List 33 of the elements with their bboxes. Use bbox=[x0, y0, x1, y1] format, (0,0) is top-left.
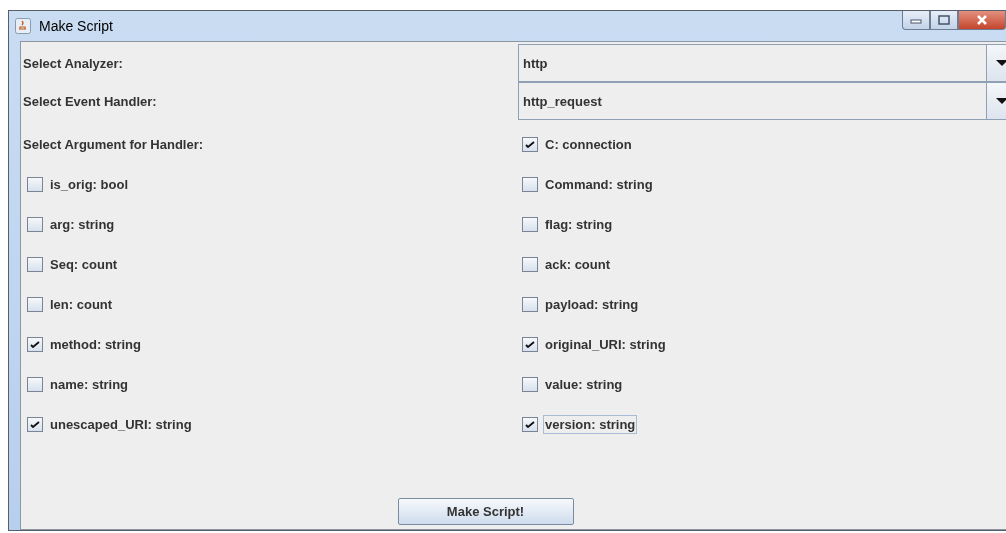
check-icon bbox=[30, 340, 40, 348]
check-icon bbox=[525, 140, 535, 148]
checkbox[interactable]: method: string bbox=[27, 334, 143, 354]
make-script-button[interactable]: Make Script! bbox=[397, 498, 574, 525]
checkbox[interactable]: value: string bbox=[522, 374, 625, 394]
checkbox[interactable]: ack: count bbox=[522, 254, 612, 274]
checkbox[interactable]: is_orig: bool bbox=[27, 174, 130, 194]
checkbox[interactable]: flag: string bbox=[522, 214, 615, 234]
section-label: Select Argument for Handler: bbox=[23, 136, 204, 152]
field-label: Select Event Handler: bbox=[22, 92, 158, 111]
check-icon bbox=[30, 420, 40, 428]
dropdown[interactable]: http_request bbox=[518, 82, 1006, 120]
checkbox[interactable]: arg: string bbox=[27, 214, 117, 234]
minimize-button[interactable] bbox=[902, 11, 930, 30]
check-icon bbox=[525, 340, 535, 348]
checkbox[interactable]: Seq: count bbox=[27, 254, 120, 274]
window-title: Make Script bbox=[39, 18, 113, 34]
minimize-icon bbox=[910, 16, 922, 24]
checkbox[interactable]: unescaped_URI: string bbox=[27, 414, 194, 434]
cup-icon bbox=[15, 18, 31, 34]
checkbox[interactable]: Command: string bbox=[522, 174, 655, 194]
close-button[interactable] bbox=[958, 11, 1006, 30]
checkbox[interactable]: name: string bbox=[27, 374, 130, 394]
close-icon bbox=[975, 15, 989, 25]
checkbox[interactable]: len: count bbox=[27, 294, 115, 314]
dropdown[interactable]: http bbox=[518, 44, 1006, 82]
checkbox[interactable]: original_URI: string bbox=[522, 334, 668, 354]
maximize-icon bbox=[938, 15, 950, 25]
check-icon bbox=[525, 420, 535, 428]
field-label: Select Analyzer: bbox=[22, 54, 124, 73]
maximize-button[interactable] bbox=[930, 11, 958, 30]
checkbox[interactable]: C: connection bbox=[522, 134, 634, 154]
checkbox[interactable]: payload: string bbox=[522, 294, 641, 314]
